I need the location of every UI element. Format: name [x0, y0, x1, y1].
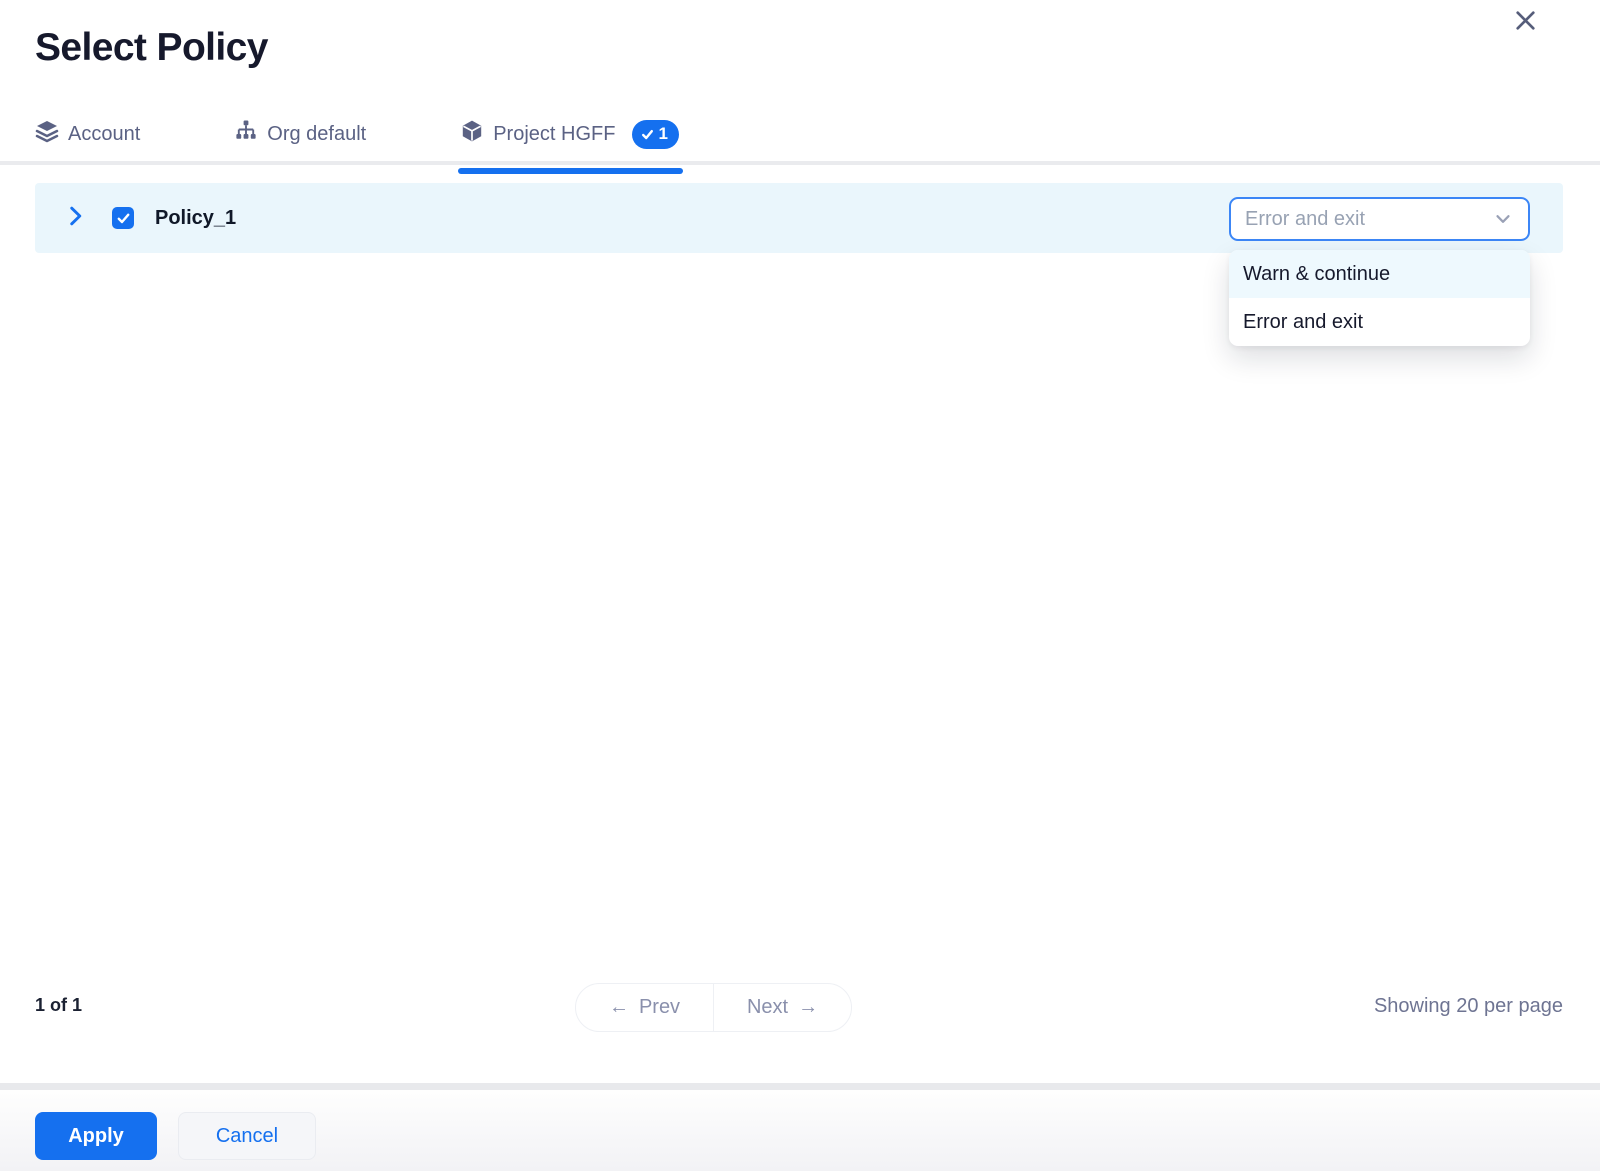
tab-bar: Account Org default Project HGFF [35, 110, 679, 158]
next-label: Next [747, 996, 788, 1019]
pager: ← Prev Next → [575, 983, 852, 1032]
footer-divider [0, 1083, 1600, 1090]
tab-label: Org default [267, 123, 366, 146]
tabs-divider [0, 161, 1600, 165]
prev-label: Prev [639, 996, 680, 1019]
cancel-button[interactable]: Cancel [178, 1112, 316, 1160]
selected-count-badge: 1 [632, 120, 678, 149]
chevron-right-icon [62, 203, 88, 234]
tab-account[interactable]: Account [35, 110, 140, 158]
tab-project-hgff[interactable]: Project HGFF 1 [460, 110, 679, 158]
layers-icon [35, 119, 59, 149]
next-button[interactable]: Next → [714, 984, 851, 1031]
page-status: 1 of 1 [35, 995, 82, 1016]
arrow-left-icon: ← [609, 996, 629, 1019]
arrow-right-icon: → [798, 996, 818, 1019]
policy-name: Policy_1 [155, 183, 236, 253]
policy-row: Policy_1 Error and exit [35, 183, 1563, 253]
chevron-down-icon [1492, 208, 1514, 230]
badge-count: 1 [658, 124, 667, 144]
policy-checkbox[interactable] [112, 207, 134, 229]
close-button[interactable] [1508, 6, 1542, 40]
tab-org-default[interactable]: Org default [234, 110, 366, 158]
close-icon [1512, 7, 1539, 39]
page-title: Select Policy [35, 26, 268, 70]
cube-icon [460, 119, 484, 149]
prev-button[interactable]: ← Prev [576, 984, 714, 1031]
check-icon [640, 127, 655, 142]
select-value: Error and exit [1245, 208, 1492, 231]
per-page-text: Showing 20 per page [1374, 995, 1563, 1018]
org-chart-icon [234, 119, 258, 149]
apply-button[interactable]: Apply [35, 1112, 157, 1160]
select-dropdown-menu: Warn & continue Error and exit [1229, 250, 1530, 346]
tab-label: Project HGFF [493, 123, 615, 146]
check-icon [116, 211, 131, 226]
option-error-exit[interactable]: Error and exit [1229, 298, 1530, 346]
option-warn-continue[interactable]: Warn & continue [1229, 250, 1530, 298]
tab-label: Account [68, 123, 140, 146]
expand-row-button[interactable] [59, 203, 91, 233]
policy-action-select[interactable]: Error and exit [1229, 197, 1530, 241]
